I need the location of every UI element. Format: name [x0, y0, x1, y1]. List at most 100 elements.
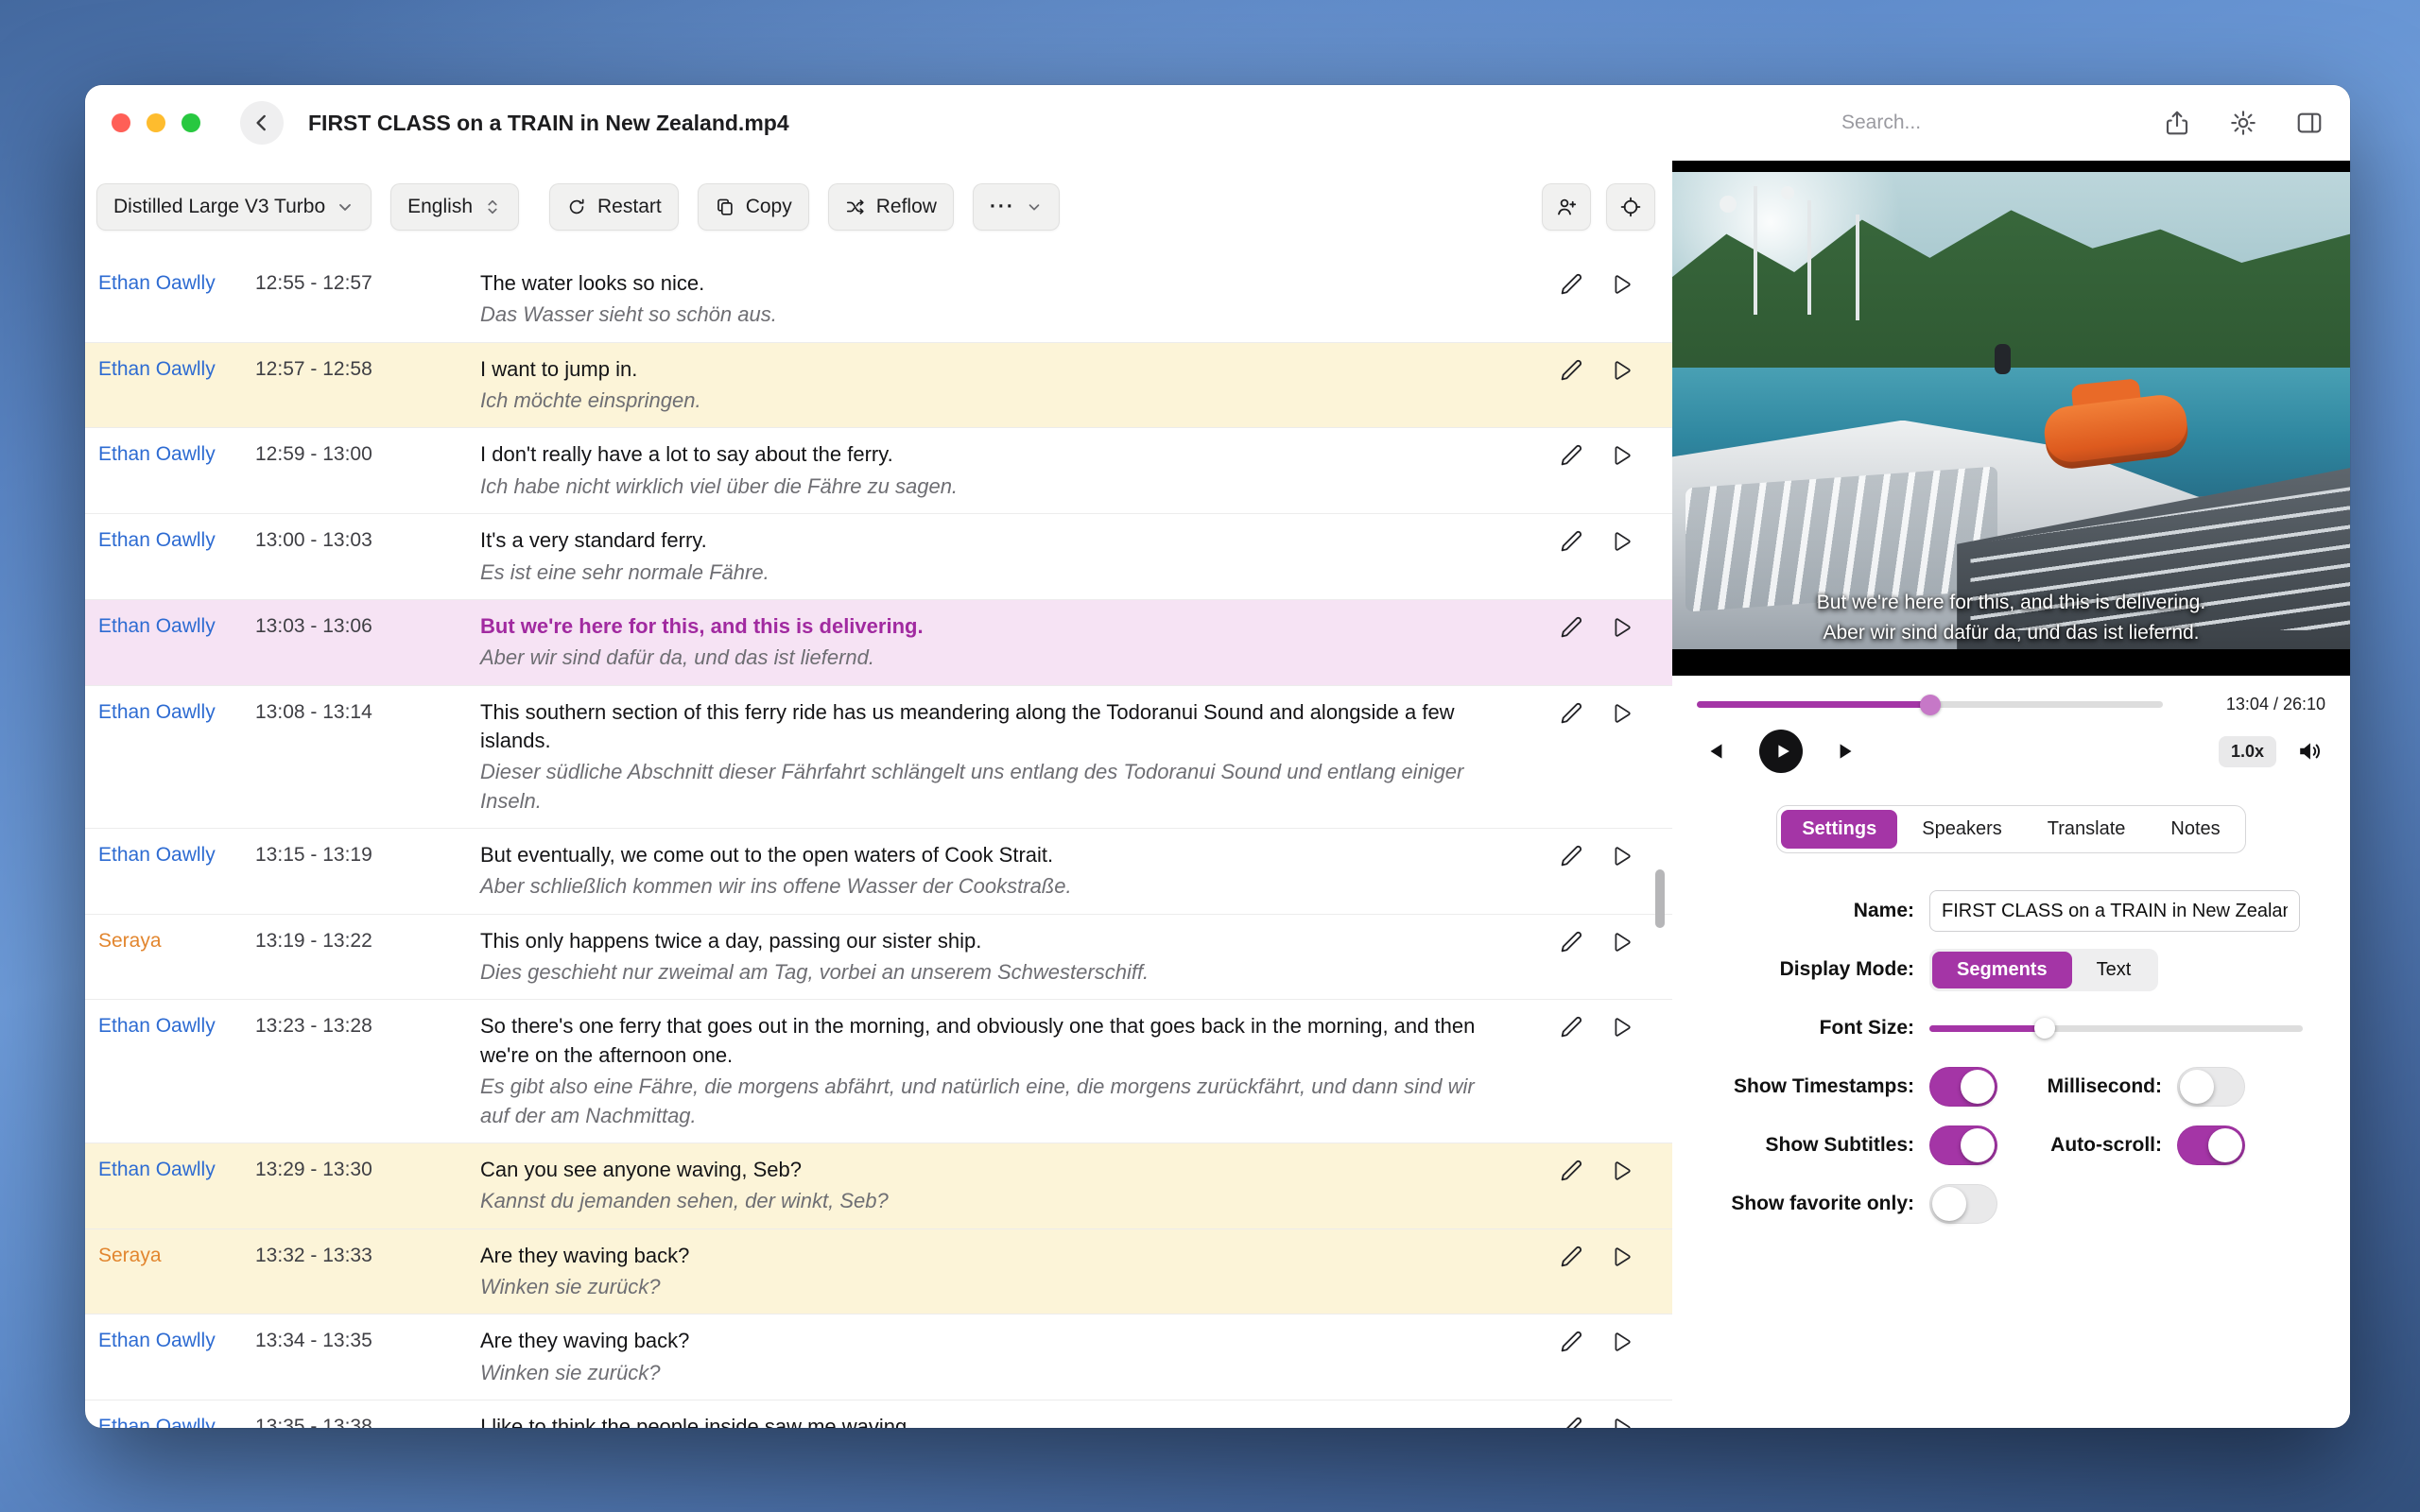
play-segment-button[interactable] [1608, 613, 1634, 642]
panel-tab[interactable]: Settings [1781, 810, 1897, 849]
play-segment-button[interactable] [1608, 842, 1634, 870]
zoom-window-button[interactable] [182, 113, 200, 132]
font-size-slider-knob[interactable] [2034, 1018, 2055, 1039]
chevron-down-icon [336, 198, 354, 216]
transcript-segment[interactable]: Ethan Oawlly 13:00 - 13:03 It's a very s… [85, 514, 1672, 600]
edit-segment-button[interactable] [1557, 699, 1585, 728]
settings-button[interactable] [2229, 109, 2257, 137]
panel-tab[interactable]: Notes [2150, 810, 2240, 849]
show-subtitles-toggle[interactable] [1929, 1125, 1997, 1165]
transcript-segment[interactable]: Ethan Oawlly 12:55 - 12:57 The water loo… [85, 257, 1672, 343]
transcript-segment[interactable]: Ethan Oawlly 13:23 - 13:28 So there's on… [85, 1000, 1672, 1143]
play-outline-icon [1608, 1329, 1634, 1355]
play-segment-button[interactable] [1608, 270, 1634, 299]
play-segment-button[interactable] [1608, 1328, 1634, 1356]
video-player[interactable]: But we're here for this, and this is del… [1672, 161, 2350, 676]
millisecond-toggle[interactable] [2177, 1067, 2245, 1107]
show-timestamps-toggle[interactable] [1929, 1067, 1997, 1107]
panel-tab[interactable]: Translate [2027, 810, 2147, 849]
edit-segment-button[interactable] [1557, 1243, 1585, 1271]
segment-text: I like to think the people inside saw me… [480, 1413, 1476, 1428]
segment-timestamp: 12:57 - 12:58 [255, 355, 480, 384]
language-dropdown[interactable]: English [390, 183, 519, 231]
scrollbar-thumb[interactable] [1655, 869, 1665, 928]
edit-segment-button[interactable] [1557, 1414, 1585, 1428]
playback-speed-button[interactable]: 1.0x [2219, 736, 2276, 767]
more-options-button[interactable]: ··· [973, 183, 1060, 231]
transcript-segment[interactable]: Ethan Oawlly 13:35 - 13:38 I like to thi… [85, 1400, 1672, 1428]
play-segment-button[interactable] [1608, 1243, 1634, 1271]
segment-translation: Das Wasser sieht so schön aus. [480, 301, 1476, 329]
segment-speaker: Ethan Oawlly [85, 355, 255, 384]
window-controls [112, 113, 200, 132]
edit-segment-button[interactable] [1557, 613, 1585, 642]
play-segment-button[interactable] [1608, 1157, 1634, 1185]
segment-text: It's a very standard ferry. [480, 526, 1476, 555]
font-size-slider[interactable] [1929, 1025, 2303, 1032]
seek-bar[interactable] [1697, 701, 2163, 708]
play-segment-button[interactable] [1608, 699, 1634, 728]
restart-button[interactable]: Restart [549, 183, 679, 231]
edit-segment-button[interactable] [1557, 1328, 1585, 1356]
minimize-window-button[interactable] [147, 113, 165, 132]
panel-tab[interactable]: Speakers [1901, 810, 2023, 849]
edit-segment-button[interactable] [1557, 842, 1585, 870]
show-favorite-only-toggle[interactable] [1929, 1184, 1997, 1224]
edit-segment-button[interactable] [1557, 270, 1585, 299]
play-segment-button[interactable] [1608, 928, 1634, 956]
show-favorite-only-label: Show favorite only: [1672, 1193, 1929, 1215]
edit-segment-button[interactable] [1557, 928, 1585, 956]
next-segment-button[interactable] [1833, 739, 1858, 764]
transcript-segment[interactable]: Ethan Oawlly 13:34 - 13:35 Are they wavi… [85, 1314, 1672, 1400]
close-window-button[interactable] [112, 113, 130, 132]
play-segment-button[interactable] [1608, 441, 1634, 470]
play-segment-button[interactable] [1608, 527, 1634, 556]
play-segment-button[interactable] [1608, 1414, 1634, 1428]
transcript-segment[interactable]: Ethan Oawlly 13:15 - 13:19 But eventuall… [85, 829, 1672, 915]
name-field[interactable] [1929, 890, 2300, 932]
edit-segment-button[interactable] [1557, 441, 1585, 470]
segment-speaker: Ethan Oawlly [85, 612, 255, 641]
display-mode-segmented-control: Segments Text [1929, 949, 2158, 991]
back-button[interactable] [240, 101, 284, 145]
transcript-segment[interactable]: Ethan Oawlly 13:29 - 13:30 Can you see a… [85, 1143, 1672, 1229]
share-button[interactable] [2163, 109, 2191, 137]
share-icon [2163, 109, 2191, 137]
chevron-left-icon [250, 111, 274, 135]
edit-segment-button[interactable] [1557, 527, 1585, 556]
segment-translation: Dies geschieht nur zweimal am Tag, vorbe… [480, 958, 1476, 987]
display-mode-segments-option[interactable]: Segments [1932, 952, 2072, 988]
transcript-segment[interactable]: Ethan Oawlly 13:03 - 13:06 But we're her… [85, 600, 1672, 686]
model-dropdown[interactable]: Distilled Large V3 Turbo [96, 183, 372, 231]
transcript-segment[interactable]: Ethan Oawlly 12:57 - 12:58 I want to jum… [85, 343, 1672, 429]
pencil-icon [1557, 1328, 1585, 1356]
play-segment-button[interactable] [1608, 1013, 1634, 1041]
transcript-segment[interactable]: Seraya 13:32 - 13:33 Are they waving bac… [85, 1229, 1672, 1315]
edit-segment-button[interactable] [1557, 356, 1585, 385]
segment-timestamp: 13:19 - 13:22 [255, 927, 480, 955]
edit-segment-button[interactable] [1557, 1157, 1585, 1185]
toggle-sidebar-button[interactable] [2295, 109, 2324, 137]
search-input[interactable] [1841, 112, 2125, 134]
locate-current-segment-button[interactable] [1606, 183, 1655, 231]
seek-bar-knob[interactable] [1920, 695, 1941, 715]
add-speaker-button[interactable] [1542, 183, 1591, 231]
play-icon [1759, 730, 1803, 773]
transcript-segment[interactable]: Ethan Oawlly 12:59 - 13:00 I don't reall… [85, 428, 1672, 514]
segment-timestamp: 13:23 - 13:28 [255, 1012, 480, 1040]
segment-text: Can you see anyone waving, Seb? [480, 1156, 1476, 1184]
previous-segment-button[interactable] [1704, 739, 1729, 764]
display-mode-text-option[interactable]: Text [2072, 952, 2156, 988]
auto-scroll-toggle[interactable] [2177, 1125, 2245, 1165]
play-outline-icon [1608, 1415, 1634, 1428]
transcript-segment[interactable]: Ethan Oawlly 13:08 - 13:14 This southern… [85, 686, 1672, 829]
transcript-segment[interactable]: Seraya 13:19 - 13:22 This only happens t… [85, 915, 1672, 1001]
edit-segment-button[interactable] [1557, 1013, 1585, 1041]
pencil-icon [1557, 441, 1585, 470]
copy-button[interactable]: Copy [698, 183, 809, 231]
play-segment-button[interactable] [1608, 356, 1634, 385]
volume-button[interactable] [2297, 739, 2325, 764]
play-pause-button[interactable] [1759, 730, 1803, 773]
play-outline-icon [1608, 929, 1634, 955]
reflow-button[interactable]: Reflow [828, 183, 954, 231]
